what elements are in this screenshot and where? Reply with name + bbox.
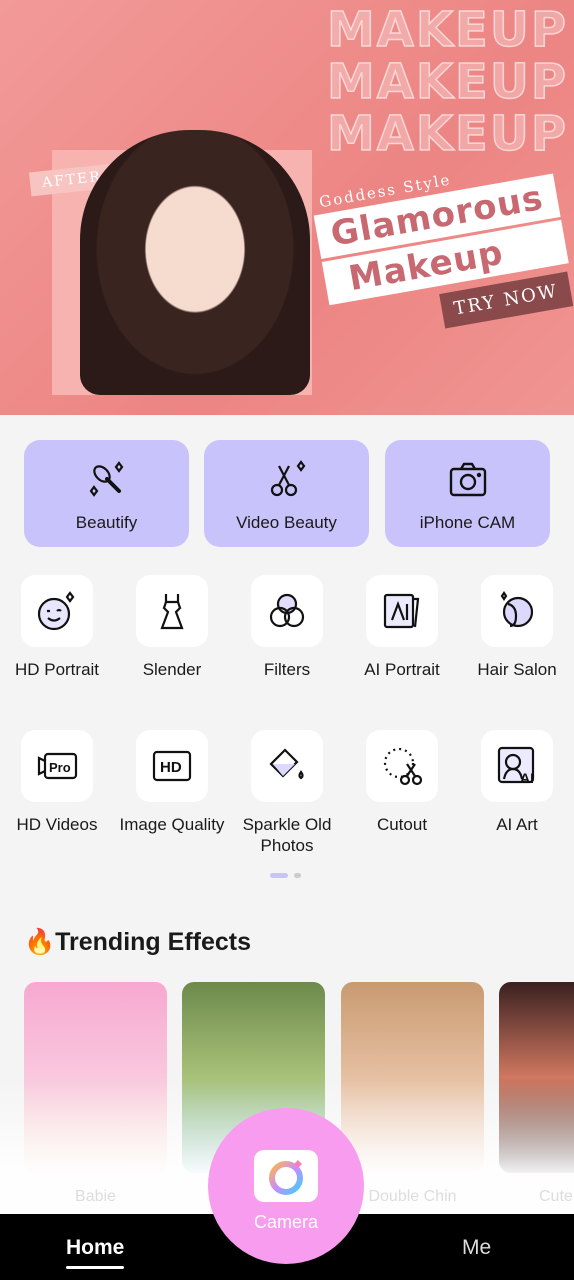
fire-icon: 🔥	[24, 928, 56, 956]
trending-title-text: Trending Effects	[55, 928, 252, 956]
promo-banner[interactable]: MAKEUP MAKEUP MAKEUP AFTER Goddess Style…	[0, 0, 574, 415]
hd-icon: HD	[152, 750, 192, 782]
camera-button[interactable]: Camera	[208, 1108, 364, 1264]
tool-label: AI Portrait	[364, 660, 440, 679]
tool-hair-salon[interactable]: Hair Salon	[462, 575, 572, 680]
tool-ai-portrait[interactable]: AI Portrait	[347, 575, 457, 680]
tool-label: HD Portrait	[14, 660, 100, 679]
tool-hd-portrait[interactable]: HD Portrait	[2, 575, 112, 680]
tool-sparkle-old-photos[interactable]: Sparkle Old Photos	[232, 730, 342, 856]
beautify-label: Beautify	[75, 513, 138, 532]
tool-label: Sparkle Old Photos	[242, 815, 332, 855]
ai-art-icon: AI	[497, 746, 535, 786]
tool-label: AI Art	[496, 815, 538, 834]
wink-face-icon	[37, 591, 75, 631]
tool-image-quality[interactable]: HD Image Quality	[117, 730, 227, 835]
svg-text:Pro: Pro	[49, 760, 71, 775]
watermark-text: MAKEUP	[326, 1, 568, 59]
page-dot-active	[270, 873, 288, 878]
page-indicator	[270, 873, 301, 878]
tool-label: Slender	[142, 660, 202, 679]
iphone-cam-label: iPhone CAM	[419, 513, 516, 532]
svg-text:AI: AI	[520, 770, 534, 786]
hair-icon	[500, 591, 534, 628]
tool-label: Filters	[263, 660, 311, 679]
tool-label: Hair Salon	[477, 660, 557, 679]
tool-filters[interactable]: Filters	[232, 575, 342, 680]
effect-label: Cute	[539, 1188, 573, 1205]
paint-bucket-icon	[269, 748, 304, 780]
scissors-icon	[270, 460, 305, 497]
cutout-icon	[383, 747, 423, 786]
home-active-indicator	[66, 1266, 124, 1269]
tool-hd-videos[interactable]: Pro HD Videos	[2, 730, 112, 835]
ai-portrait-icon	[383, 593, 420, 629]
promo-text: Goddess Style Glamorous Makeup TRY NOW	[310, 153, 574, 348]
watermark-text: MAKEUP	[326, 105, 568, 163]
tool-label: Cutout	[376, 815, 428, 834]
filters-icon	[269, 593, 305, 628]
camera-logo-icon	[254, 1150, 318, 1202]
tool-label: HD Videos	[16, 815, 98, 834]
tool-cutout[interactable]: Cutout	[347, 730, 457, 835]
iphone-cam-button[interactable]: iPhone CAM	[385, 440, 550, 547]
video-beauty-label: Video Beauty	[236, 513, 337, 532]
tool-slender[interactable]: Slender	[117, 575, 227, 680]
svg-text:HD: HD	[160, 759, 182, 776]
model-photo	[80, 130, 310, 395]
pro-video-icon: Pro	[37, 752, 78, 780]
page-dot	[294, 873, 301, 878]
tool-label: Image Quality	[119, 815, 225, 834]
makeup-brush-icon	[89, 461, 123, 497]
nav-me[interactable]: Me	[462, 1236, 491, 1260]
nav-home[interactable]: Home	[66, 1236, 124, 1260]
trending-title: 🔥Trending Effects	[24, 928, 251, 957]
video-beauty-button[interactable]: Video Beauty	[204, 440, 369, 547]
beautify-button[interactable]: Beautify	[24, 440, 189, 547]
camera-icon	[449, 462, 486, 497]
camera-label: Camera	[253, 1212, 319, 1232]
dress-icon	[160, 594, 184, 630]
tool-ai-art[interactable]: AI AI Art	[462, 730, 572, 835]
effect-label: Babie	[75, 1188, 116, 1205]
watermark-text: MAKEUP	[326, 53, 568, 111]
